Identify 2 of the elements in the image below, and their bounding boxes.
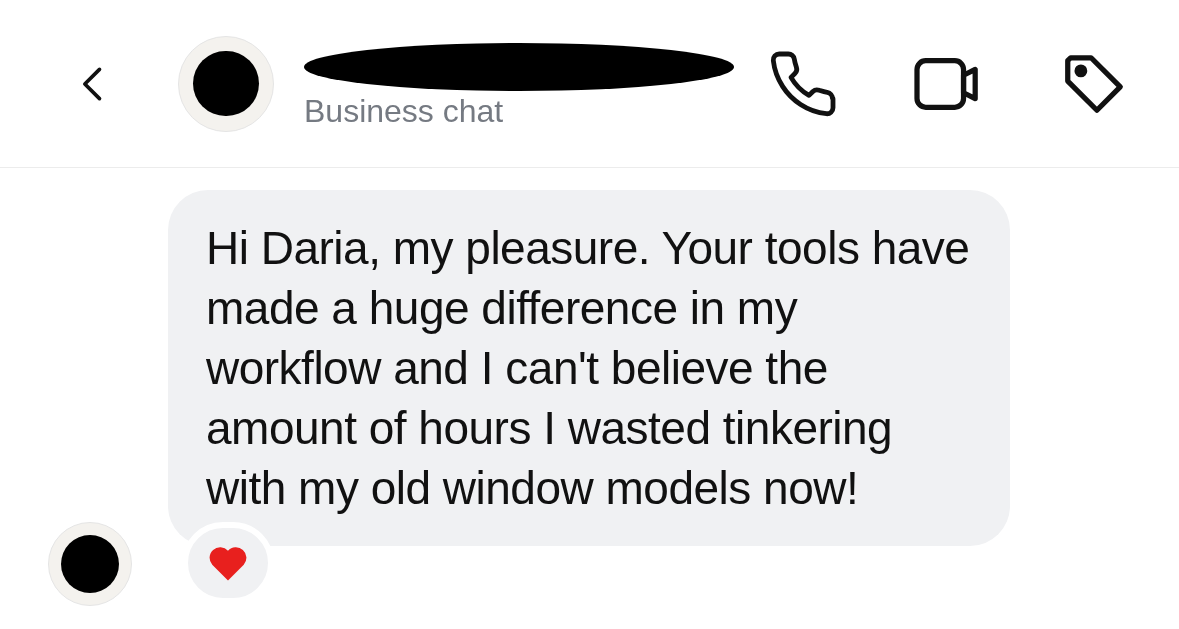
chat-subtitle: Business chat	[304, 91, 505, 131]
message-text: Hi Daria, my pleasure. Your tools have made a huge difference in my workflow and I can't believe the amount of hours I wasted tinkering with my old window models now!	[206, 221, 971, 516]
